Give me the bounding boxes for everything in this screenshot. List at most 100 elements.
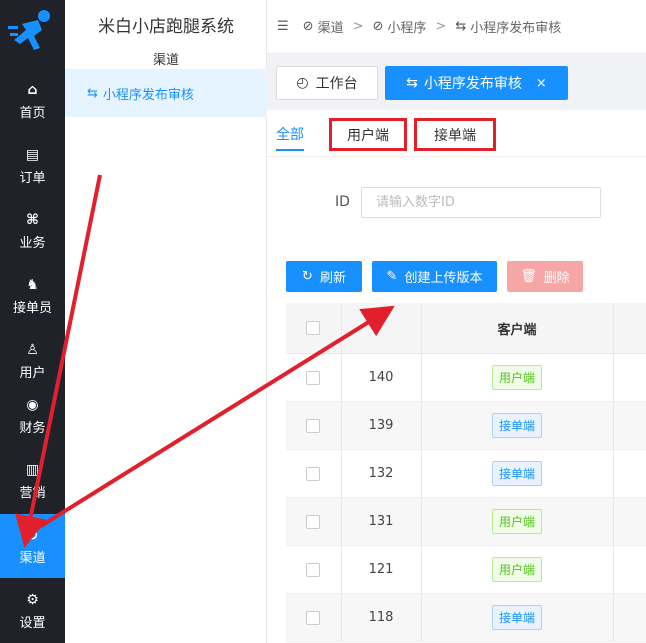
breadcrumb-separator: > [435,19,447,34]
client-badge: 用户端 [491,365,542,390]
rail-item-bike[interactable]: ♞ 接单员 [0,264,65,328]
delete-button-label: 删除 [543,271,570,286]
cell-client: 用户端 [421,498,613,545]
tab-workbench[interactable]: ◴ 工作台 [276,66,378,100]
client-badge: 接单端 [491,461,542,486]
cell-client: 接单端 [421,402,613,449]
rail-item-order[interactable]: ▤ 订单 [0,134,65,198]
table-header: 客户端 [286,303,646,354]
sidebar-item-label: 小程序发布审核 [102,87,194,103]
order-icon: ▤ [25,146,40,163]
client-filter-tabs: 全部 用户端 接单端 [267,110,646,157]
tab-rider-client[interactable]: 接单端 [414,118,496,151]
row-checkbox[interactable] [306,562,320,577]
client-badge: 用户端 [491,557,542,582]
swap-icon: ⇆ [406,75,418,91]
row-checkbox[interactable] [306,418,320,433]
main-content: 全部 用户端 接单端 ID ↻ 刷新 ✎ 创建上传版本 🗑 删除 客户端 [267,110,646,643]
versions-table: 客户端 140 用户端 139 接单端 132 接单端 131 用户端 121 用户端 118 接单端 [286,303,646,642]
edit-icon: ✎ [386,269,398,284]
select-all-checkbox[interactable] [306,321,320,335]
cell-client: 接单端 [421,594,613,641]
cell-client: 接单端 [421,450,613,497]
refresh-button-label: 刷新 [319,271,346,286]
sidebar-section-title: 渠道 [152,53,179,68]
cell-id: 139 [368,418,394,433]
row-checkbox[interactable] [306,370,320,385]
cell-id: 121 [368,562,394,577]
column-divider [613,450,614,497]
sidebar-item-miniprogram-review[interactable]: ⇆ 小程序发布审核 [65,69,267,117]
swap-icon: ⇆ [87,85,98,101]
column-divider [613,498,614,545]
column-header-client: 客户端 [421,303,613,353]
table-row[interactable]: 132 接单端 [286,450,646,498]
home-icon: ⌂ [27,81,38,98]
row-checkbox[interactable] [306,610,320,625]
rail-item-finance[interactable]: ◉ 财务 [0,384,65,448]
rail-item-business[interactable]: ⌘ 业务 [0,199,65,263]
table-row[interactable]: 118 接单端 [286,594,646,642]
trash-icon: 🗑 [520,269,537,284]
channel-icon: ⊘ [26,526,39,543]
create-upload-version-button[interactable]: ✎ 创建上传版本 [372,261,497,292]
rail-item-channel[interactable]: ⊘ 渠道 [0,514,65,578]
column-header-label: 客户端 [497,322,537,338]
column-divider [341,303,342,353]
rail-item-marketing[interactable]: ▥ 营销 [0,449,65,513]
dashboard-icon: ◴ [296,75,309,91]
client-badge: 接单端 [491,605,542,630]
system-title: 米白小店跑腿系统 [98,17,234,37]
user-icon: ♙ [26,341,39,358]
rail-item-label: 用户 [19,365,46,381]
cell-id: 131 [368,514,394,529]
breadcrumb-item-miniprogram[interactable]: 小程序 [387,17,426,36]
rail-item-label: 首页 [19,105,46,121]
cell-id: 132 [368,466,394,481]
runner-logo-icon [8,10,50,50]
table-row[interactable]: 131 用户端 [286,498,646,546]
collapse-menu-icon[interactable]: ☰ [277,19,289,34]
breadcrumb-item-channel[interactable]: 渠道 [318,17,344,36]
rail-item-label: 设置 [19,615,46,631]
tab-label: 小程序发布审核 [423,76,522,92]
channel-icon: ⊘ [302,19,314,34]
id-search-input[interactable] [361,187,601,218]
column-divider [613,594,614,641]
table-row[interactable]: 139 接单端 [286,402,646,450]
id-filter-label: ID [335,194,350,210]
rail-item-settings[interactable]: ⚙ 设置 [0,579,65,643]
row-checkbox[interactable] [306,466,320,481]
tab-miniprogram-review[interactable]: ⇆ 小程序发布审核 × [385,66,568,100]
business-icon: ⌘ [26,211,39,228]
table-row[interactable]: 140 用户端 [286,354,646,402]
tab-user-client[interactable]: 用户端 [329,118,407,151]
client-badge: 接单端 [491,413,542,438]
tab-all[interactable]: 全部 [276,118,304,151]
column-divider [613,303,614,353]
rail-item-home[interactable]: ⌂ 首页 [0,69,65,133]
cell-client: 用户端 [421,546,613,593]
rail-item-label: 业务 [19,235,46,251]
rail-item-label: 财务 [19,420,46,436]
column-divider [613,402,614,449]
rail-item-label: 营销 [19,485,46,501]
refresh-icon: ↻ [302,269,313,284]
page-tabs-bar: ◴ 工作台 ⇆ 小程序发布审核 × [267,55,646,110]
delete-button[interactable]: 🗑 删除 [507,261,583,292]
cell-id: 140 [368,370,394,385]
rail-item-label: 订单 [19,170,46,186]
primary-nav-rail: ⌂ 首页 ▤ 订单 ⌘ 业务 ♞ 接单员 ♙ 用户 ◉ 财务 ▥ 营销 ⊘ 渠道 ⚙ 设置 [0,0,65,643]
marketing-icon: ▥ [25,461,40,478]
tab-label: 工作台 [315,76,358,92]
table-row[interactable]: 121 用户端 [286,546,646,594]
miniprogram-icon: ⊘ [372,19,384,34]
bike-icon: ♞ [26,276,39,293]
secondary-sidebar: 米白小店跑腿系统 渠道 ⇆ 小程序发布审核 [65,0,267,643]
settings-icon: ⚙ [26,591,39,608]
close-icon[interactable]: × [536,76,547,91]
cell-id: 118 [368,610,394,625]
refresh-button[interactable]: ↻ 刷新 [286,261,362,292]
row-checkbox[interactable] [306,514,320,529]
cell-client: 用户端 [421,354,613,401]
